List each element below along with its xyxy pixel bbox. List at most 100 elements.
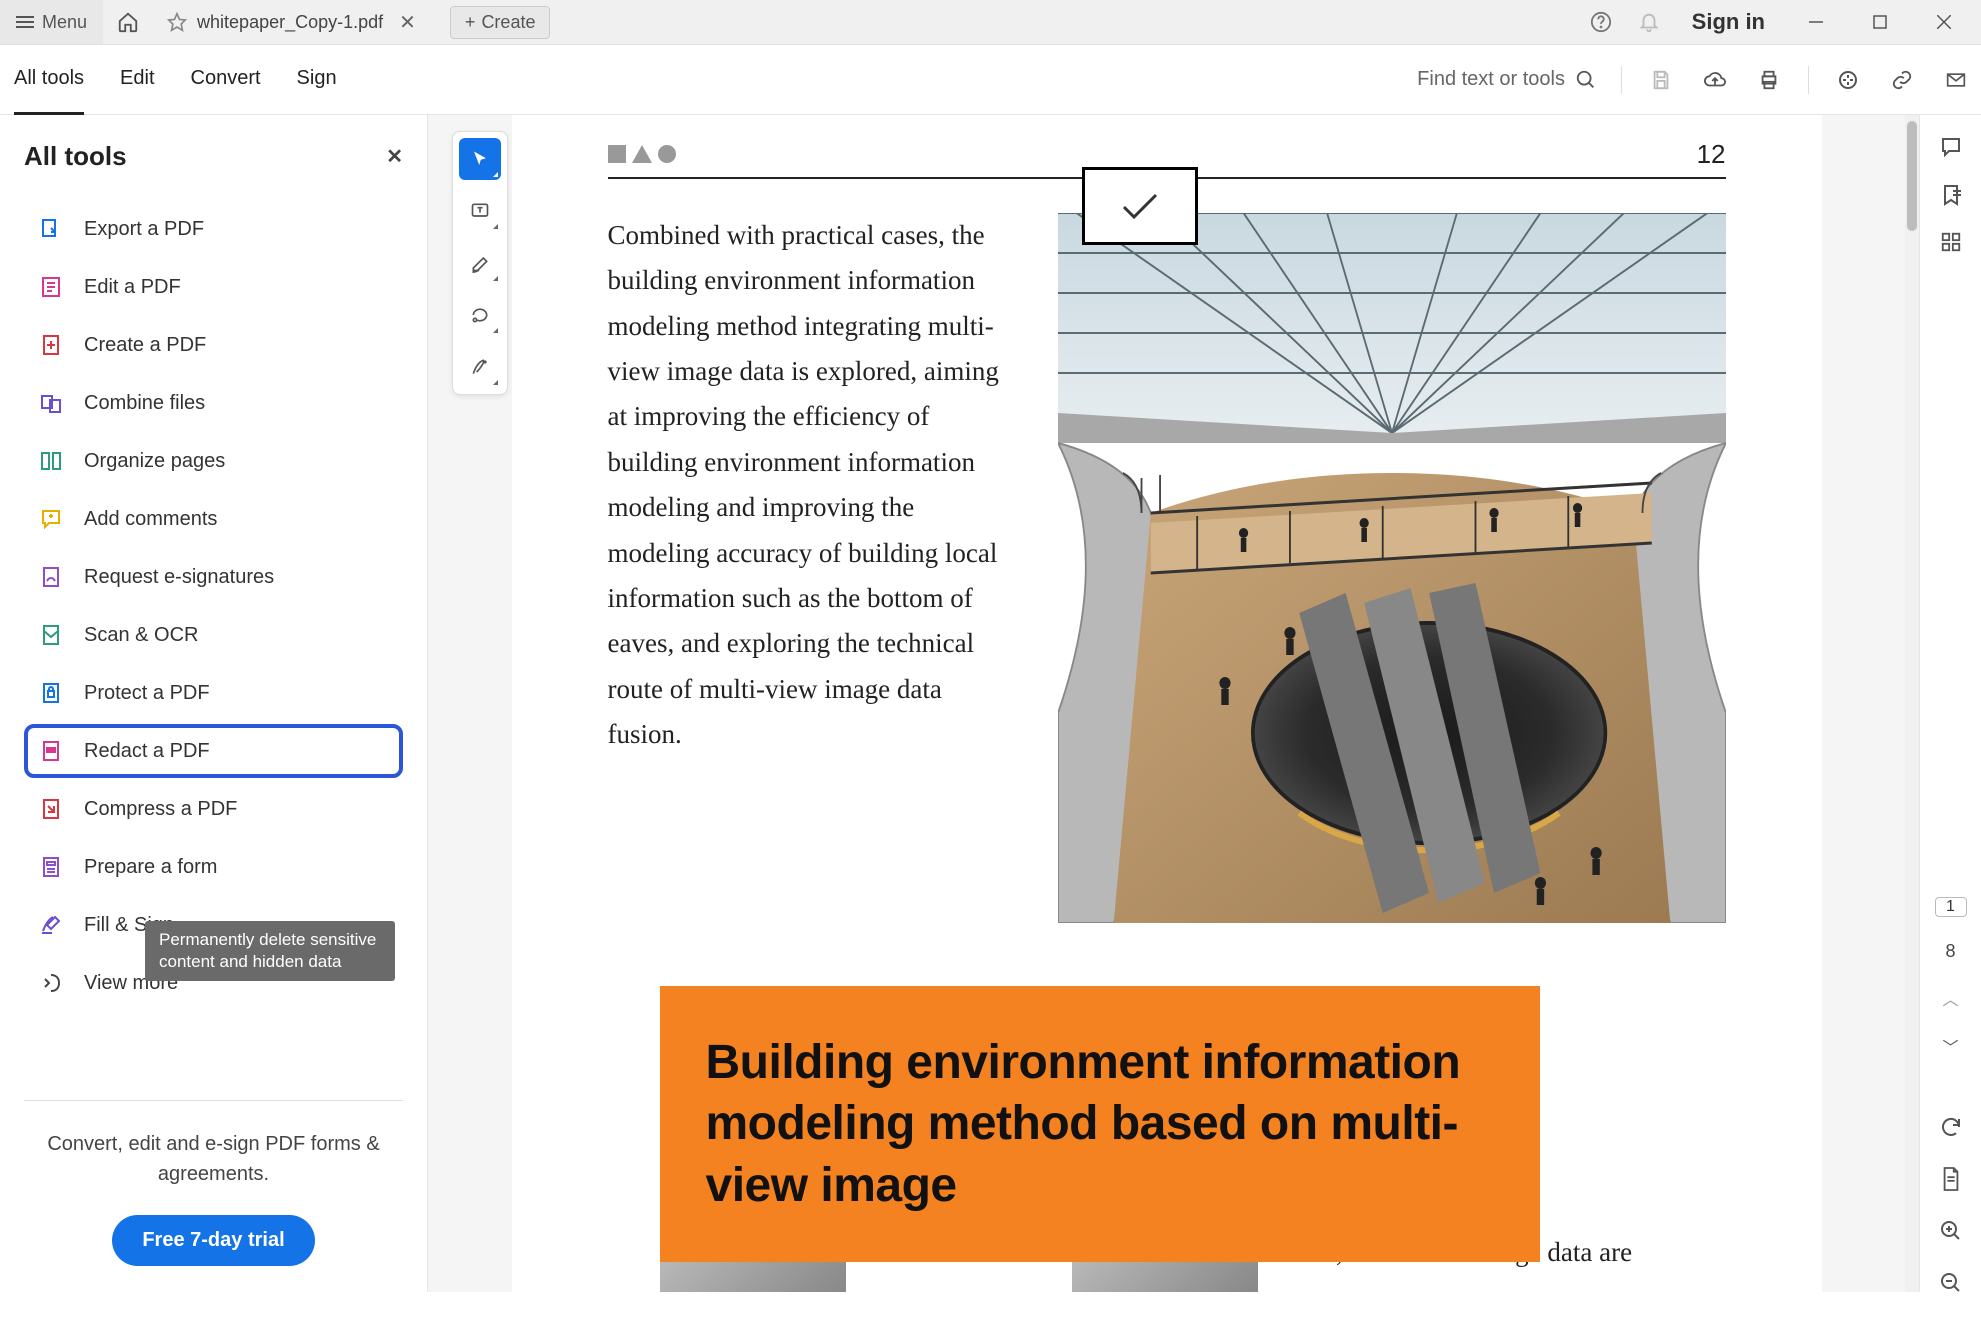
prev-page-button[interactable]: ︿ [1942,986,1958,1010]
tool-item-organize-pages[interactable]: Organize pages [24,434,403,488]
toolbar-edit[interactable]: Edit [120,45,154,115]
document-tab[interactable]: whitepaper_Copy-1.pdf ✕ [153,0,430,44]
current-page-input[interactable]: 1 [1935,897,1967,917]
bookmark-icon [1939,183,1963,207]
notification-button[interactable] [1634,11,1664,33]
bookmark-panel-button[interactable] [1933,183,1969,207]
sidebar-footer: Convert, edit and e-sign PDF forms & agr… [24,1082,403,1266]
zoom-out-icon [1939,1271,1963,1295]
rotate-button[interactable] [1933,1112,1969,1142]
trial-button[interactable]: Free 7-day trial [112,1215,314,1266]
link-button[interactable] [1887,69,1917,91]
total-pages: 8 [1945,941,1955,962]
draw-tool[interactable] [459,294,501,336]
tab-close-icon[interactable]: ✕ [399,10,416,35]
tool-label: Edit a PDF [84,276,181,299]
text-comment-tool[interactable] [459,190,501,232]
tool-item-prepare-a-form[interactable]: Prepare a form [24,840,403,894]
tool-item-edit-a-pdf[interactable]: Edit a PDF [24,260,403,314]
create-label: Create [481,12,535,33]
maximize-icon [1873,15,1887,29]
zoom-in-icon [1939,1219,1963,1243]
star-icon[interactable] [167,12,187,32]
create-button[interactable]: + Create [450,6,551,39]
toolbar-all-tools[interactable]: All tools [14,45,84,115]
home-button[interactable] [103,0,153,44]
highlight-tool[interactable] [459,242,501,284]
cloud-upload-icon [1703,69,1727,91]
toolbar: All tools Edit Convert Sign Find text or… [0,45,1981,115]
checkmark-annotation[interactable] [1082,167,1198,245]
tool-item-redact-a-pdf[interactable]: Redact a PDF [24,724,403,778]
sidebar-title: All tools [24,141,127,172]
document-scroll[interactable]: 12 Combined with practical cases, the bu… [428,115,1905,1292]
cloud-button[interactable] [1700,69,1730,91]
check-icon [1118,189,1162,223]
close-window-button[interactable] [1921,0,1967,44]
highlighter-icon [470,253,490,273]
thumbnail-panel-button[interactable] [1933,231,1969,253]
signin-button[interactable]: Sign in [1692,9,1765,35]
sign-tool[interactable] [459,346,501,388]
tool-item-protect-a-pdf[interactable]: Protect a PDF [24,666,403,720]
tool-item-combine-files[interactable]: Combine files [24,376,403,430]
next-page-button[interactable]: ﹀ [1942,1034,1958,1058]
select-tool[interactable] [459,138,501,180]
search-button[interactable]: Find text or tools [1417,68,1597,91]
tool-item-create-a-pdf[interactable]: Create a PDF [24,318,403,372]
circle-icon [658,145,676,163]
rotate-icon [1939,1115,1963,1139]
page-body: Combined with practical cases, the build… [608,213,1726,923]
comment-panel-button[interactable] [1933,135,1969,159]
menu-label: Menu [42,12,87,33]
cursor-icon [471,150,489,168]
toolbar-sign[interactable]: Sign [297,45,337,115]
tool-item-compress-a-pdf[interactable]: Compress a PDF [24,782,403,836]
pen-icon [470,357,490,377]
tool-icon [38,564,64,590]
toolbar-convert[interactable]: Convert [191,45,261,115]
search-placeholder: Find text or tools [1417,68,1565,91]
lasso-icon [470,305,490,325]
zoom-out-button[interactable] [1933,1268,1969,1298]
ai-button[interactable] [1833,68,1863,92]
scrollbar-thumb[interactable] [1907,121,1917,231]
tool-label: Add comments [84,508,217,531]
save-button[interactable] [1646,69,1676,91]
sidebar: All tools ✕ Export a PDF Edit a PDF Create… [0,115,428,1292]
zoom-in-button[interactable] [1933,1216,1969,1246]
orange-heading: Building environment information modelin… [706,1032,1494,1216]
maximize-button[interactable] [1857,0,1903,44]
sidebar-close-button[interactable]: ✕ [386,144,403,169]
sparkle-icon [1836,68,1860,92]
share-button[interactable] [1941,70,1971,90]
bell-icon [1638,11,1660,33]
tool-label: Request e-signatures [84,566,274,589]
tool-label: Create a PDF [84,334,206,357]
square-icon [608,145,626,163]
minimize-icon [1809,15,1823,29]
grid-icon [1940,231,1962,253]
minimize-button[interactable] [1793,0,1839,44]
tool-icon [38,738,64,764]
tool-item-request-e-signatures[interactable]: Request e-signatures [24,550,403,604]
menu-button[interactable]: Menu [0,0,103,44]
page-number: 12 [1697,139,1726,170]
tool-icon [38,912,64,938]
page-view-button[interactable] [1933,1164,1969,1194]
body-text: Combined with practical cases, the build… [608,213,1018,923]
help-button[interactable] [1586,11,1616,33]
tool-item-scan-ocr[interactable]: Scan & OCR [24,608,403,662]
tab-title: whitepaper_Copy-1.pdf [197,12,383,33]
tool-item-add-comments[interactable]: Add comments [24,492,403,546]
home-icon [117,11,139,33]
right-rail-bottom [1933,1112,1969,1318]
page-shapes [608,145,1726,163]
save-icon [1650,69,1672,91]
toolbar-right: Find text or tools [1417,66,1971,94]
vertical-scrollbar[interactable] [1905,115,1919,1292]
tool-icon [38,506,64,532]
tool-item-export-a-pdf[interactable]: Export a PDF [24,202,403,256]
print-button[interactable] [1754,69,1784,91]
document-area: 12 Combined with practical cases, the bu… [428,115,1919,1292]
